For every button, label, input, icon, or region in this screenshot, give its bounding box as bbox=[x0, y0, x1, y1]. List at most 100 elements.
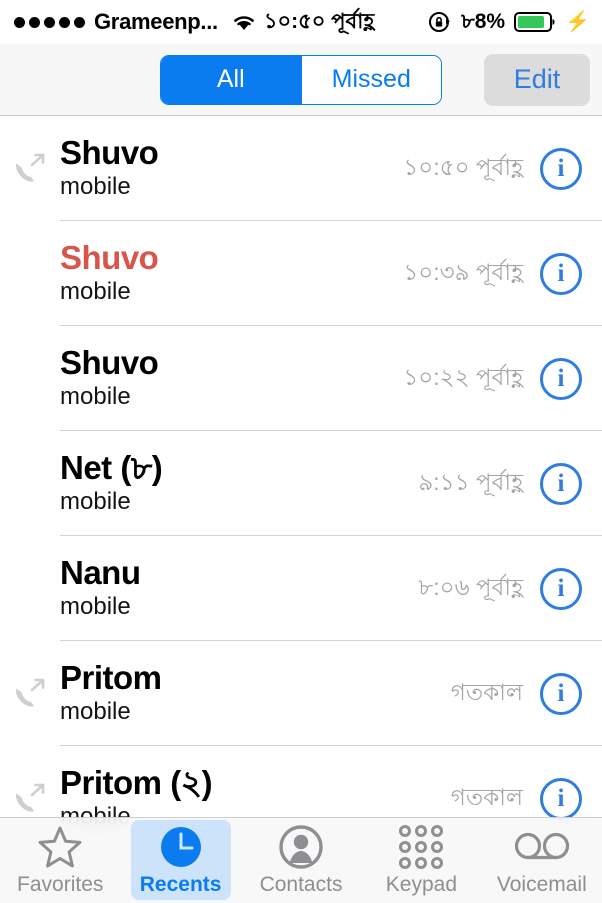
call-row[interactable]: Nanu mobile ৮:০৬ পূর্বাহ্ণ i bbox=[0, 536, 602, 641]
outgoing-call-arrow bbox=[15, 678, 45, 707]
navigation-bar: All Missed Edit bbox=[0, 44, 602, 116]
caller-name-text: Shuvo bbox=[60, 344, 159, 382]
call-timestamp: গতকাল bbox=[450, 679, 523, 705]
keypad-dot bbox=[399, 825, 412, 837]
outgoing-call-icon bbox=[0, 780, 60, 818]
caller-name-text: Shuvo bbox=[60, 239, 159, 277]
status-bar-time: ১০:৫০ পূর্বাহ্ণ bbox=[263, 9, 375, 33]
outgoing-call-arrow bbox=[15, 153, 45, 182]
phone-label: mobile bbox=[60, 593, 131, 621]
caller-name-text: Pritom bbox=[60, 659, 162, 697]
call-info: Shuvo mobile bbox=[60, 344, 403, 412]
edit-button[interactable]: Edit bbox=[484, 53, 590, 106]
info-button[interactable]: i bbox=[540, 357, 582, 400]
signal-dot bbox=[44, 16, 55, 28]
keypad-dot bbox=[415, 825, 428, 837]
keypad-icon bbox=[399, 824, 444, 870]
tab-bar[interactable]: Favorites Recents Contacts Keypad Voicem… bbox=[0, 817, 602, 903]
phone-label: mobile bbox=[60, 383, 131, 411]
caller-name: Shuvo bbox=[60, 134, 403, 172]
phone-label: mobile bbox=[60, 278, 131, 306]
call-meta: ৯:১১ পূর্বাহ্ণ i bbox=[418, 462, 602, 505]
call-row[interactable]: Pritom mobile গতকাল i bbox=[0, 641, 602, 746]
tab-item-voicemail[interactable]: Voicemail bbox=[482, 818, 602, 903]
call-meta: ১০:২২ পূর্বাহ্ণ i bbox=[403, 357, 602, 400]
keypad-dot bbox=[415, 857, 428, 869]
tab-item-keypad[interactable]: Keypad bbox=[361, 818, 481, 903]
outgoing-call-arrow bbox=[15, 783, 45, 812]
phone-label: mobile bbox=[60, 488, 131, 516]
call-info: Nanu mobile bbox=[60, 554, 418, 622]
info-button[interactable]: i bbox=[540, 147, 582, 190]
status-bar: Grameenp... ১০:৫০ পূর্বাহ্ণ ৮8% ⚡ bbox=[0, 0, 602, 44]
info-button[interactable]: i bbox=[540, 567, 582, 610]
call-timestamp: ১০:৫০ পূর্বাহ্ণ bbox=[403, 154, 523, 180]
phone-label: mobile bbox=[60, 698, 131, 726]
call-info: Shuvo mobile bbox=[60, 134, 403, 202]
call-row[interactable]: Shuvo mobile ১০:৩৯ পূর্বাহ্ণ i bbox=[0, 221, 602, 326]
tab-label: Recents bbox=[139, 873, 222, 896]
call-meta: ১০:৫০ পূর্বাহ্ণ i bbox=[403, 147, 602, 190]
call-count-badge: (৮) bbox=[120, 449, 163, 487]
battery-icon bbox=[514, 11, 556, 33]
info-button[interactable]: i bbox=[540, 462, 582, 505]
tab-label: Keypad bbox=[385, 873, 458, 896]
caller-name-text: Nanu bbox=[60, 554, 141, 592]
call-timestamp: ১০:৩৯ পূর্বাহ্ণ bbox=[403, 259, 523, 285]
segment-all[interactable]: All bbox=[161, 55, 301, 104]
call-meta: ১০:৩৯ পূর্বাহ্ণ i bbox=[403, 252, 602, 295]
signal-strength-dots bbox=[14, 16, 85, 28]
call-row[interactable]: Net (৮) mobile ৯:১১ পূর্বাহ্ণ i bbox=[0, 431, 602, 536]
caller-name-text: Net bbox=[60, 449, 112, 487]
info-button[interactable]: i bbox=[540, 672, 582, 715]
call-timestamp: ৮:০৬ পূর্বাহ্ণ bbox=[418, 574, 523, 600]
caller-name-text: Pritom bbox=[60, 764, 162, 802]
person-icon bbox=[278, 824, 324, 870]
keypad-grid bbox=[399, 825, 444, 869]
keypad-dot bbox=[399, 841, 412, 853]
caller-name: Pritom (২) bbox=[60, 764, 451, 802]
outgoing-call-icon bbox=[0, 675, 60, 713]
call-info: Shuvo mobile bbox=[60, 239, 403, 307]
call-timestamp: ৯:১১ পূর্বাহ্ণ bbox=[418, 469, 523, 495]
caller-name: Nanu bbox=[60, 554, 418, 592]
caller-name: Net (৮) bbox=[60, 449, 418, 487]
call-timestamp: গতকাল bbox=[450, 784, 523, 810]
outgoing-call-icon bbox=[0, 150, 60, 188]
call-timestamp: ১০:২২ পূর্বাহ্ণ bbox=[403, 364, 523, 390]
battery-percentage: ৮8% bbox=[461, 9, 506, 33]
recent-calls-list[interactable]: Shuvo mobile ১০:৫০ পূর্বাহ্ণ i Shuvo mobile ১০… bbox=[0, 116, 602, 903]
call-row[interactable]: Shuvo mobile ১০:২২ পূর্বাহ্ণ i bbox=[0, 326, 602, 431]
keypad-dot bbox=[431, 841, 444, 853]
clock-icon bbox=[158, 824, 204, 870]
call-meta: গতকাল i bbox=[450, 672, 602, 715]
call-row[interactable]: Shuvo mobile ১০:৫০ পূর্বাহ্ণ i bbox=[0, 116, 602, 221]
call-info: Pritom mobile bbox=[60, 659, 451, 727]
keypad-dot bbox=[431, 825, 444, 837]
call-meta: ৮:০৬ পূর্বাহ্ণ i bbox=[418, 567, 602, 610]
caller-name: Shuvo bbox=[60, 239, 403, 277]
tab-item-recents[interactable]: Recents bbox=[120, 818, 240, 903]
caller-name-text: Shuvo bbox=[60, 134, 159, 172]
rotation-lock-icon bbox=[428, 10, 452, 34]
signal-dot bbox=[29, 16, 40, 28]
signal-dot bbox=[74, 16, 85, 28]
caller-name: Pritom bbox=[60, 659, 451, 697]
call-meta: গতকাল i bbox=[450, 777, 602, 820]
signal-dot bbox=[14, 16, 25, 28]
phone-label: mobile bbox=[60, 173, 131, 201]
caller-name: Shuvo bbox=[60, 344, 403, 382]
carrier-name: Grameenp... bbox=[94, 9, 218, 34]
info-button[interactable]: i bbox=[540, 252, 582, 295]
info-button[interactable]: i bbox=[540, 777, 582, 820]
star-icon bbox=[37, 824, 83, 870]
segment-missed[interactable]: Missed bbox=[301, 55, 441, 104]
tab-item-favorites[interactable]: Favorites bbox=[0, 818, 120, 903]
call-filter-segmented-control[interactable]: All Missed bbox=[160, 54, 442, 105]
status-bar-right-group: ৮8% ⚡ bbox=[428, 0, 590, 44]
tab-label: Voicemail bbox=[496, 873, 587, 896]
tab-item-contacts[interactable]: Contacts bbox=[241, 818, 361, 903]
keypad-dot bbox=[399, 857, 412, 869]
call-info: Net (৮) mobile bbox=[60, 449, 418, 517]
voicemail-icon bbox=[514, 824, 570, 870]
